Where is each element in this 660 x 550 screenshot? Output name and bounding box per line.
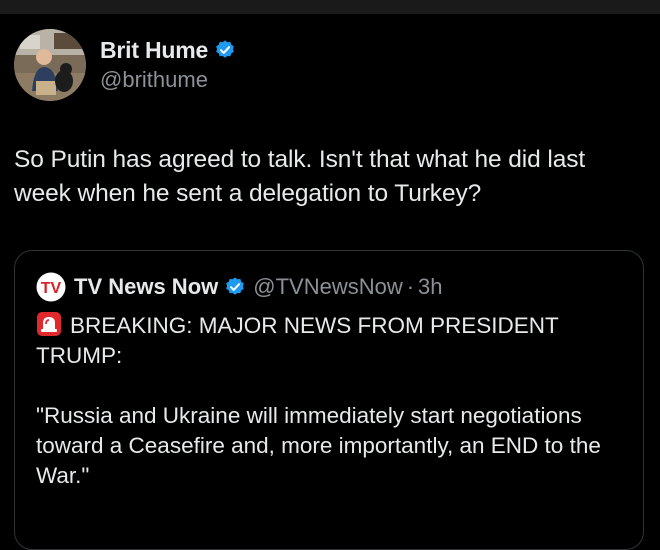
verified-badge-icon[interactable]: [224, 276, 246, 298]
author-handle[interactable]: @brithume: [100, 67, 236, 93]
quoted-headline: BREAKING: MAJOR NEWS FROM PRESIDENT TRUM…: [36, 313, 559, 368]
author-info[interactable]: Brit Hume @brithume: [100, 36, 236, 93]
author-avatar[interactable]: [14, 29, 86, 101]
quoted-tweet-header: TV TV News Now @TVNewsNow · 3h: [36, 272, 443, 302]
author-display-name[interactable]: Brit Hume: [100, 37, 208, 64]
top-bar: [0, 0, 660, 14]
quoted-tweet-card[interactable]: TV TV News Now @TVNewsNow · 3h BREAKING:…: [14, 250, 644, 550]
rotating-light-icon: [37, 312, 61, 336]
author-avatar-image: [14, 29, 86, 101]
quoted-tweet-body: BREAKING: MAJOR NEWS FROM PRESIDENT TRUM…: [36, 311, 626, 491]
quoted-timestamp[interactable]: 3h: [418, 274, 442, 300]
verified-badge-icon[interactable]: [214, 39, 236, 61]
quoted-quote: "Russia and Ukraine will immediately sta…: [36, 403, 601, 488]
quoted-avatar-label: TV: [41, 280, 62, 297]
separator-dot: ·: [406, 274, 415, 299]
quoted-display-name[interactable]: TV News Now: [74, 274, 218, 300]
quoted-author-avatar[interactable]: TV: [36, 272, 66, 302]
tweet-text: So Putin has agreed to talk. Isn't that …: [14, 146, 586, 207]
quoted-headline-paragraph: BREAKING: MAJOR NEWS FROM PRESIDENT TRUM…: [36, 311, 626, 371]
quoted-handle[interactable]: @TVNewsNow: [253, 274, 402, 300]
